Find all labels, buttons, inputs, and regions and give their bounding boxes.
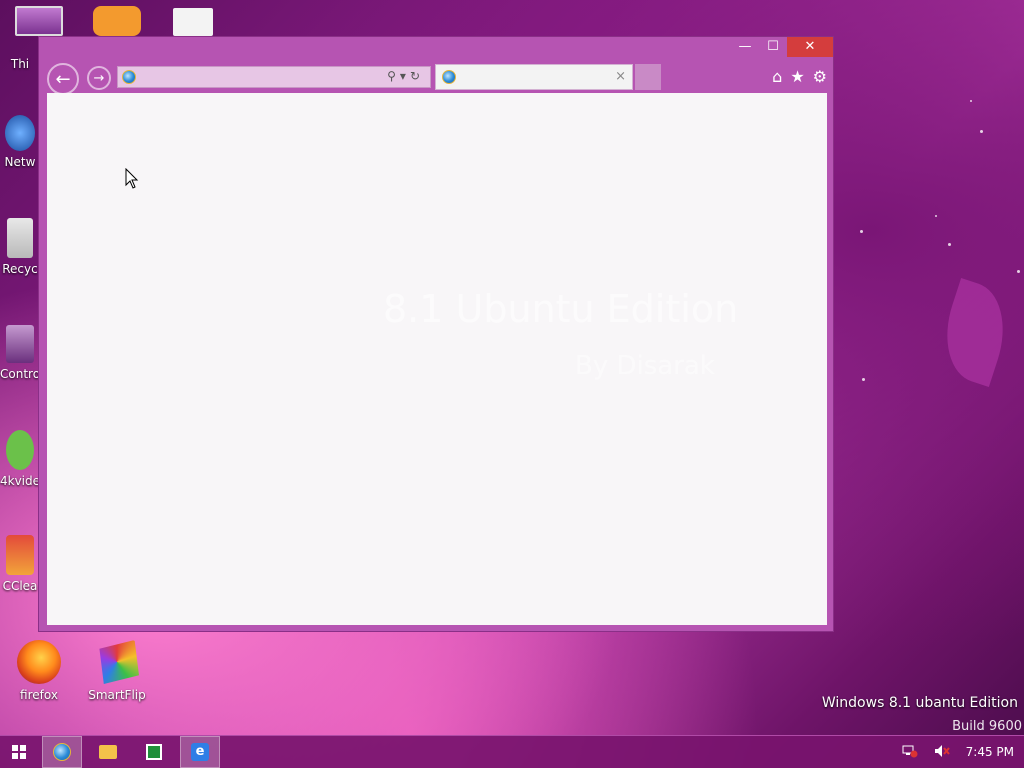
desktop-icon-firefox[interactable]: firefox (4, 640, 74, 702)
address-bar[interactable]: ⚲▾↻ (117, 66, 431, 88)
gear-icon[interactable]: ⚙ (813, 67, 827, 86)
desktop-icon-label: Contro (0, 367, 41, 381)
edition-text: Windows 8.1 ubantu Edition (821, 695, 1018, 711)
ie-icon (122, 70, 136, 84)
desktop-icon-smartflip[interactable]: SmartFlip (82, 640, 152, 702)
store-icon (146, 744, 162, 760)
minimize-button[interactable]: — (731, 37, 759, 57)
watermark-title: 8.1 Ubuntu Edition (383, 287, 739, 331)
arrow-left-icon: ← (55, 68, 71, 90)
browser-right-icons: ⌂ ★ ⚙ (772, 67, 827, 86)
address-tools[interactable]: ⚲▾↻ (387, 69, 424, 83)
recycle-bin-icon (7, 218, 33, 258)
browser-tab[interactable]: × (435, 64, 633, 90)
tab-close-icon[interactable]: × (615, 69, 626, 84)
arrow-right-icon: → (93, 70, 105, 86)
folder-icon (99, 745, 117, 759)
start-button[interactable] (0, 736, 38, 768)
monitor-icon (15, 6, 63, 36)
watermark-subtitle: By Disarak (575, 351, 715, 381)
browser-window: — ☐ ✕ ← → ⚲▾↻ × ⌂ ★ ⚙ 8.1 Ubuntu Edition… (38, 36, 834, 632)
ie-icon (442, 70, 456, 84)
desktop-icon-label: Netw (4, 155, 36, 169)
taskbar-ie-window[interactable]: e (180, 736, 220, 768)
desktop-icon-recycle[interactable]: Recyc (0, 218, 40, 276)
address-input[interactable] (142, 69, 376, 87)
desktop-icon-label: CClea (2, 579, 38, 593)
desktop-icon-top-1[interactable] (4, 6, 74, 40)
close-button[interactable]: ✕ (787, 37, 833, 57)
system-tray: 7:45 PM (902, 736, 1014, 768)
network-status-icon[interactable] (902, 744, 918, 761)
window-controls: — ☐ ✕ (731, 37, 833, 59)
desktop-icon-label: 4kvide (0, 474, 41, 488)
taskbar: e 7:45 PM (0, 735, 1024, 768)
star-icon[interactable]: ★ (790, 67, 804, 86)
build-text: Build 9600 (952, 719, 1022, 734)
taskbar-file-explorer[interactable] (88, 736, 128, 768)
desktop-icon-control-panel[interactable]: Contro (0, 325, 40, 381)
ie-file-icon (173, 8, 213, 36)
ie-icon (53, 743, 71, 761)
desktop-icon-label: Recyc (2, 262, 38, 276)
4kvideo-icon (6, 430, 34, 470)
ccleaner-icon (6, 535, 34, 575)
new-tab-button[interactable] (635, 64, 661, 90)
back-button[interactable]: ← (47, 63, 79, 95)
desktop-icon-this-pc[interactable]: Thi (0, 57, 40, 71)
wallpaper-petal (931, 278, 1019, 387)
desktop-icon-label: firefox (20, 688, 58, 702)
smartflip-icon (99, 640, 139, 684)
maximize-button[interactable]: ☐ (759, 37, 787, 57)
media-player-icon (93, 6, 141, 36)
firefox-icon (17, 640, 61, 684)
taskbar-store[interactable] (134, 736, 174, 768)
desktop-icon-label: Thi (10, 57, 30, 71)
desktop-icon-top-2[interactable] (82, 6, 152, 40)
browser-navbar: ← → ⚲▾↻ × ⌂ ★ ⚙ (45, 61, 829, 95)
network-icon (5, 115, 35, 151)
browser-content[interactable]: 8.1 Ubuntu Edition By Disarak (47, 93, 827, 625)
mouse-cursor-icon (125, 168, 139, 189)
ie-e-icon: e (191, 743, 209, 761)
clock[interactable]: 7:45 PM (966, 745, 1014, 759)
home-icon[interactable]: ⌂ (772, 67, 782, 86)
taskbar-ie[interactable] (42, 736, 82, 768)
forward-button[interactable]: → (87, 66, 111, 90)
desktop-icon-network[interactable]: Netw (0, 115, 40, 169)
control-panel-icon (6, 325, 34, 363)
desktop-icon-label: SmartFlip (88, 688, 146, 702)
volume-muted-icon[interactable] (934, 744, 950, 761)
desktop-icon-4kvideo[interactable]: 4kvide (0, 430, 40, 488)
desktop-icon-ccleaner[interactable]: CClea (0, 535, 40, 593)
windows-logo-icon (12, 745, 26, 759)
